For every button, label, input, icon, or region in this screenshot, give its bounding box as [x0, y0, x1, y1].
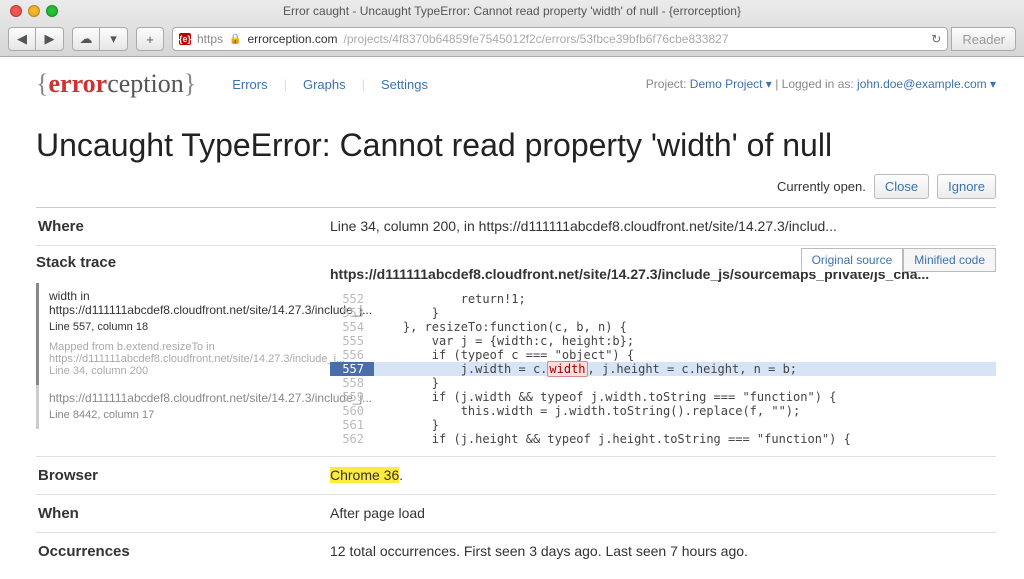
nav-errors[interactable]: Errors	[220, 77, 279, 92]
stack-frames: width in https://d111111abcdef8.cloudfro…	[36, 283, 330, 429]
add-bookmark-button[interactable]: +	[136, 27, 164, 51]
forward-button[interactable]: ▶	[36, 27, 64, 51]
code-block: 552 return!1; 553 } 554 }, resizeTo:func…	[330, 292, 996, 446]
browser-value: Chrome 36.	[330, 467, 996, 484]
when-value: After page load	[330, 505, 996, 522]
code-tabs: Original source Minified code	[801, 248, 996, 272]
url-scheme: https	[197, 32, 223, 46]
browser-toolbar: ◀ ▶ ☁ ▾ + {e} https 🔒 errorception.com/p…	[0, 22, 1024, 56]
status-text: Currently open.	[777, 179, 866, 194]
browser-label: Browser	[36, 467, 330, 484]
occurrences-value: 12 total occurrences. First seen 3 days …	[330, 543, 996, 560]
browser-chrome: Error caught - Uncaught TypeError: Canno…	[0, 0, 1024, 57]
when-label: When	[36, 505, 330, 522]
nav-settings[interactable]: Settings	[369, 77, 440, 92]
reload-button[interactable]: ↻	[931, 32, 941, 46]
user-bar: Project: Demo Project ▾ | Logged in as: …	[646, 77, 996, 91]
lock-icon: 🔒	[229, 34, 241, 45]
nav-graphs[interactable]: Graphs	[291, 77, 358, 92]
close-button[interactable]: Close	[874, 174, 929, 199]
brand-logo[interactable]: {errorception}	[36, 69, 196, 99]
tab-original-source[interactable]: Original source	[801, 248, 904, 272]
tab-minified-code[interactable]: Minified code	[903, 248, 996, 272]
url-path: /projects/4f8370b64859fe7545012f2c/error…	[344, 32, 729, 46]
icloud-tabs-button[interactable]: ☁	[72, 27, 100, 51]
reader-button[interactable]: Reader	[951, 27, 1016, 51]
main-nav: Errors | Graphs | Settings	[220, 77, 440, 92]
window-titlebar: Error caught - Uncaught TypeError: Canno…	[0, 0, 1024, 22]
url-host: errorception.com	[247, 32, 337, 46]
stack-frame-2[interactable]: https://d111111abcdef8.cloudfront.net/si…	[36, 385, 330, 429]
window-title: Error caught - Uncaught TypeError: Canno…	[0, 4, 1024, 18]
user-dropdown[interactable]: john.doe@example.com ▾	[857, 77, 996, 91]
where-label: Where	[36, 218, 330, 235]
stack-frame-1[interactable]: width in https://d111111abcdef8.cloudfro…	[36, 283, 330, 385]
occurrences-label: Occurrences	[36, 543, 330, 560]
highlighted-line: 557 j.width = c.width, j.height = c.heig…	[330, 362, 996, 376]
back-button[interactable]: ◀	[8, 27, 36, 51]
where-value: Line 34, column 200, in https://d111111a…	[330, 218, 996, 235]
favicon-icon: {e}	[179, 33, 191, 45]
status-row: Currently open. Close Ignore	[36, 174, 996, 208]
share-button[interactable]: ▾	[100, 27, 128, 51]
stack-trace-label: Stack trace	[36, 254, 330, 271]
project-dropdown[interactable]: Demo Project ▾	[690, 77, 772, 91]
ignore-button[interactable]: Ignore	[937, 174, 996, 199]
error-token: width	[547, 361, 587, 377]
error-title: Uncaught TypeError: Cannot read property…	[36, 127, 996, 164]
url-bar[interactable]: {e} https 🔒 errorception.com/projects/4f…	[172, 27, 948, 51]
